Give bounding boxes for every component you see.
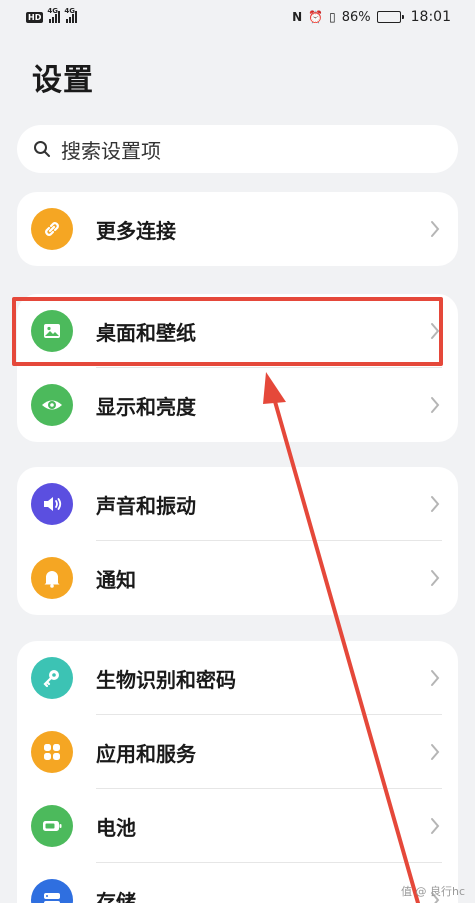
wallpaper-icon: [31, 310, 73, 352]
settings-group-display: 桌面和壁纸 显示和亮度: [17, 294, 458, 442]
settings-group-connections: 更多连接: [17, 192, 458, 266]
battery-percent: 86%: [341, 9, 371, 25]
menu-item-storage[interactable]: 存储: [17, 863, 458, 903]
search-bar[interactable]: 搜索设置项: [17, 125, 458, 173]
menu-item-label: 桌面和壁纸: [96, 320, 196, 345]
speaker-icon: [31, 483, 73, 525]
battery-icon: [376, 11, 404, 23]
search-placeholder: 搜索设置项: [61, 138, 161, 163]
watermark: 值 @ 良行hc: [400, 885, 465, 898]
menu-item-desktop-wallpaper[interactable]: 桌面和壁纸: [17, 294, 458, 368]
menu-item-label: 声音和振动: [96, 493, 196, 518]
vibrate-icon: ▯: [329, 10, 336, 24]
bell-icon: [31, 557, 73, 599]
menu-item-biometrics-password[interactable]: 生物识别和密码: [17, 641, 458, 715]
settings-screen: HD 4G 4G N ⏰ ▯ 86% 18:01 设置 搜索设置项 更多连接 桌…: [0, 0, 475, 903]
eye-icon: [31, 384, 73, 426]
menu-item-label: 生物识别和密码: [96, 667, 236, 692]
nfc-icon: N: [292, 10, 303, 24]
menu-item-label: 应用和服务: [96, 741, 196, 766]
chevron-right-icon: [431, 818, 440, 834]
clock-time: 18:01: [410, 9, 451, 25]
battery-icon: [31, 805, 73, 847]
page-title: 设置: [32, 63, 94, 98]
storage-icon: [31, 879, 73, 903]
search-icon: [34, 141, 50, 157]
menu-item-sound-vibration[interactable]: 声音和振动: [17, 467, 458, 541]
chevron-right-icon: [431, 670, 440, 686]
menu-item-more-connections[interactable]: 更多连接: [17, 192, 458, 266]
menu-item-battery[interactable]: 电池: [17, 789, 458, 863]
chevron-right-icon: [431, 744, 440, 760]
settings-group-sound: 声音和振动 通知: [17, 467, 458, 615]
link-icon: [31, 208, 73, 250]
menu-item-label: 更多连接: [96, 218, 176, 243]
menu-item-label: 存储: [96, 889, 136, 903]
chevron-right-icon: [431, 221, 440, 237]
chevron-right-icon: [431, 397, 440, 413]
signal-2-icon: 4G: [64, 7, 78, 23]
signal-1-icon: 4G: [47, 7, 61, 23]
status-right: N ⏰ ▯ 86% 18:01: [292, 9, 451, 25]
menu-item-notifications[interactable]: 通知: [17, 541, 458, 615]
chevron-right-icon: [431, 323, 440, 339]
menu-item-apps-services[interactable]: 应用和服务: [17, 715, 458, 789]
signal-2-tag: 4G: [64, 7, 75, 15]
menu-item-label: 电池: [96, 815, 136, 840]
menu-item-label: 通知: [96, 567, 136, 592]
status-bar: HD 4G 4G N ⏰ ▯ 86% 18:01: [0, 0, 475, 34]
chevron-right-icon: [431, 570, 440, 586]
signal-1-tag: 4G: [47, 7, 58, 15]
hd-badge: HD: [26, 11, 44, 23]
apps-icon: [31, 731, 73, 773]
menu-item-display-brightness[interactable]: 显示和亮度: [17, 368, 458, 442]
alarm-icon: ⏰: [308, 10, 324, 24]
chevron-right-icon: [431, 496, 440, 512]
menu-item-label: 显示和亮度: [96, 394, 196, 419]
status-left: HD 4G 4G: [26, 7, 78, 23]
settings-group-system: 生物识别和密码 应用和服务 电池 存储: [17, 641, 458, 903]
key-icon: [31, 657, 73, 699]
